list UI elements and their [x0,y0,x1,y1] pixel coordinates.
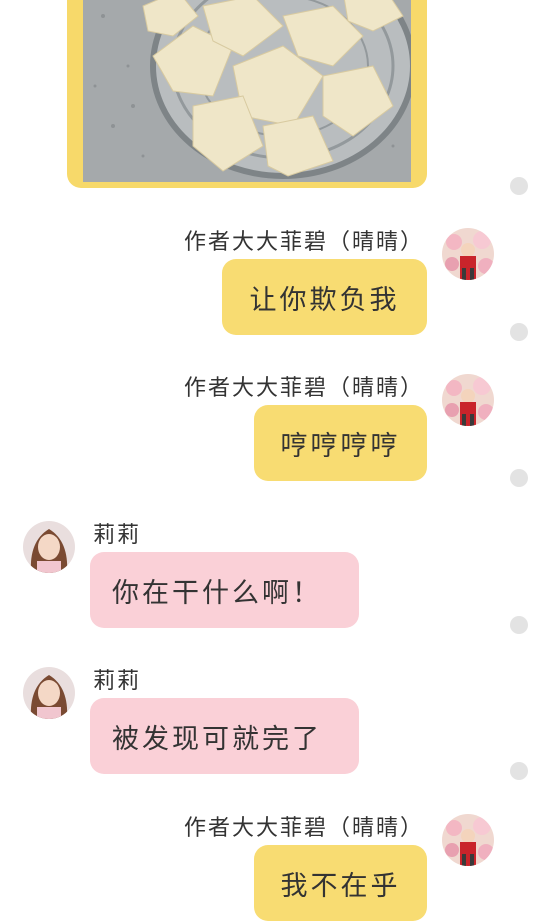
sender-name: 莉莉 [93,669,142,694]
avatar[interactable] [442,374,494,426]
sender-name: 作者大大菲碧（晴晴） [183,230,424,255]
message-bubble-outgoing[interactable]: 我不在乎 [254,845,427,921]
avatar[interactable] [442,228,494,280]
status-dot [510,616,528,634]
avatar[interactable] [442,814,494,866]
avatar-image [23,667,75,719]
avatar-image [442,374,494,426]
avatar-image [442,814,494,866]
avatar[interactable] [23,667,75,719]
message-bubble-outgoing[interactable]: 让你欺负我 [222,259,427,335]
avatar-image [442,228,494,280]
avatar-image [23,521,75,573]
message-bubble-incoming[interactable]: 你在干什么啊！ [90,552,359,628]
sender-name: 作者大大菲碧（晴晴） [183,376,424,401]
avatar[interactable] [23,521,75,573]
message-bubble-outgoing[interactable]: 哼哼哼哼 [254,405,427,481]
status-dot [510,762,528,780]
sender-name: 作者大大菲碧（晴晴） [183,816,424,841]
message-bubble-incoming[interactable]: 被发现可就完了 [90,698,359,774]
status-dot [510,177,528,195]
status-dot [510,469,528,487]
status-dot [510,323,528,341]
sender-name: 莉莉 [93,523,142,548]
image-message-bubble[interactable] [67,0,427,188]
food-photo-graphic [83,0,411,182]
food-photo[interactable] [83,0,411,182]
